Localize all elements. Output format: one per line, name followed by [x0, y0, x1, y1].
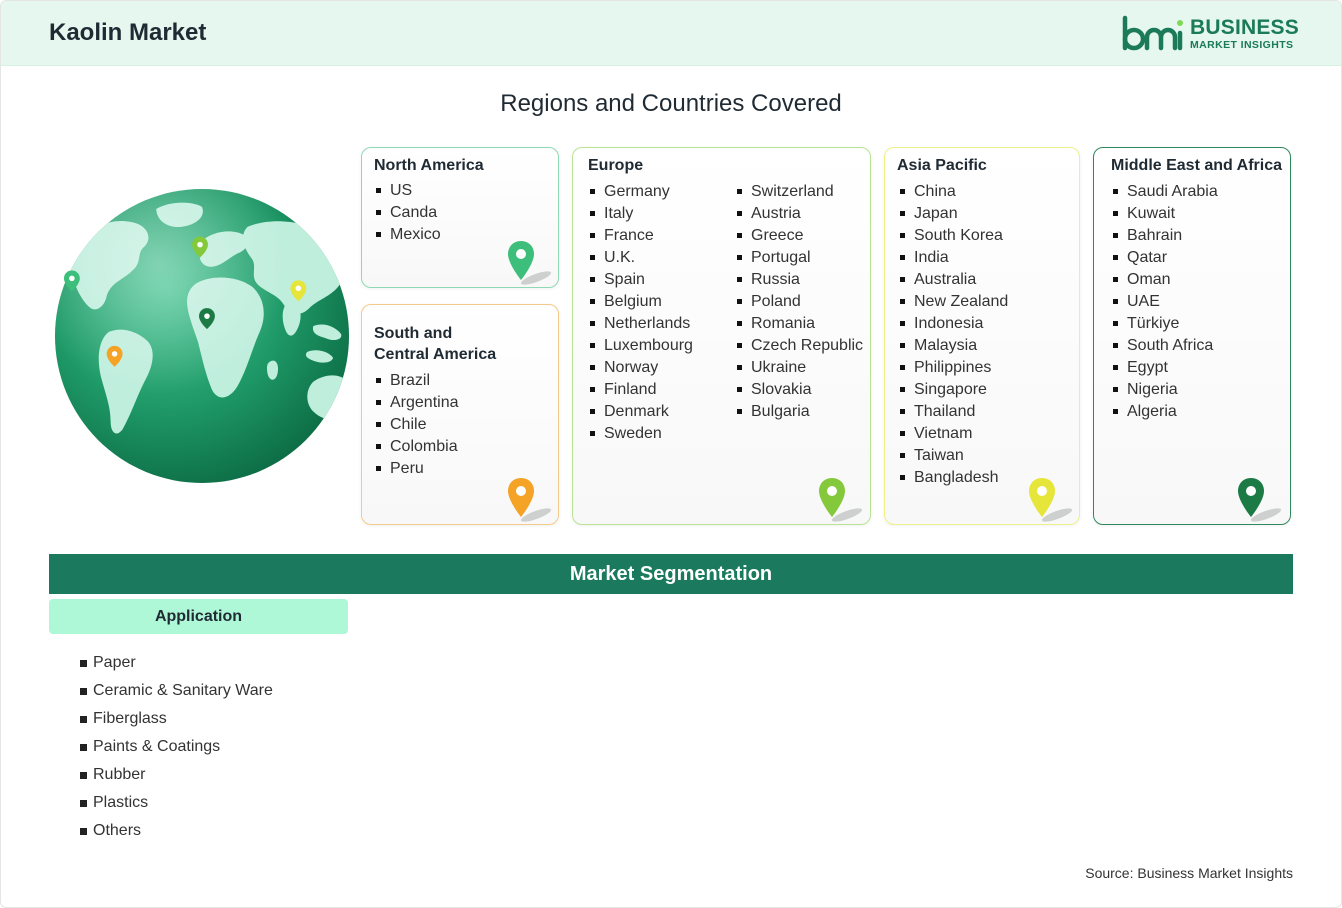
brand-logo: BUSINESS MARKET INSIGHTS — [1121, 15, 1301, 53]
card-middle-east-africa: Middle East and Africa Saudi Arabia Kuwai… — [1093, 147, 1291, 525]
list-item: Peru — [374, 458, 459, 480]
map-pin-icon — [1238, 478, 1282, 522]
list-item: Paper — [79, 649, 273, 677]
map-pin-icon — [819, 478, 863, 522]
list-item: Bahrain — [1111, 225, 1218, 247]
card-title-line2: Central America — [374, 346, 497, 363]
list-item: Vietnam — [898, 423, 1008, 445]
list-item: Denmark — [588, 401, 693, 423]
list-item: Russia — [735, 269, 863, 291]
list-item: Slovakia — [735, 379, 863, 401]
card-asia-pacific: Asia Pacific China Japan South Korea India A… — [884, 147, 1080, 525]
list-item: Paints & Coatings — [79, 733, 273, 761]
card-title-line1: South and — [374, 325, 453, 342]
list-item: Norway — [588, 357, 693, 379]
list-item: Argentina — [374, 392, 459, 414]
list-item: UAE — [1111, 291, 1218, 313]
list-item: Ukraine — [735, 357, 863, 379]
card-title-south-central-america: South and Central America — [374, 323, 496, 365]
list-item: Italy — [588, 203, 693, 225]
list-item: Germany — [588, 181, 693, 203]
list-item: Taiwan — [898, 445, 1008, 467]
list-item: U.K. — [588, 247, 693, 269]
list-item: Türkiye — [1111, 313, 1218, 335]
country-list-south-central-america: Brazil Argentina Chile Colombia Peru — [374, 370, 459, 480]
list-item: China — [898, 181, 1008, 203]
list-item: Thailand — [898, 401, 1008, 423]
list-item: Australia — [898, 269, 1008, 291]
list-item: Romania — [735, 313, 863, 335]
list-item: Czech Republic — [735, 335, 863, 357]
list-item: Switzerland — [735, 181, 863, 203]
list-item: Netherlands — [588, 313, 693, 335]
list-item: Mexico — [374, 224, 441, 246]
list-item: Bulgaria — [735, 401, 863, 423]
list-item: Kuwait — [1111, 203, 1218, 225]
list-item: US — [374, 180, 441, 202]
header: Kaolin Market BUSINESS MARKET INSIGHTS — [1, 1, 1341, 66]
list-item: Malaysia — [898, 335, 1008, 357]
list-item: Bangladesh — [898, 467, 1008, 489]
card-title-middle-east-africa: Middle East and Africa — [1111, 157, 1282, 174]
list-item: Brazil — [374, 370, 459, 392]
logo-text-market-insights: MARKET INSIGHTS — [1190, 39, 1294, 51]
list-item: Sweden — [588, 423, 693, 445]
country-list-europe-col2: Switzerland Austria Greece Portugal Russia Po… — [735, 181, 863, 423]
card-title-asia-pacific: Asia Pacific — [897, 157, 987, 174]
list-item: Fiberglass — [79, 705, 273, 733]
list-item: Japan — [898, 203, 1008, 225]
list-item: Singapore — [898, 379, 1008, 401]
list-item: Egypt — [1111, 357, 1218, 379]
list-item: Saudi Arabia — [1111, 181, 1218, 203]
tab-application[interactable]: Application — [49, 599, 348, 634]
country-list-asia-pacific: China Japan South Korea India Australia New Z… — [898, 181, 1008, 489]
list-item: Ceramic & Sanitary Ware — [79, 677, 273, 705]
page: Kaolin Market BUSINESS MARKET INSIGHTS R… — [0, 0, 1342, 908]
list-item: Austria — [735, 203, 863, 225]
list-item: Spain — [588, 269, 693, 291]
list-item: Philippines — [898, 357, 1008, 379]
list-item: South Africa — [1111, 335, 1218, 357]
list-item: Portugal — [735, 247, 863, 269]
card-title-europe: Europe — [588, 157, 644, 174]
card-title-north-america: North America — [374, 157, 484, 174]
map-pin-icon — [508, 241, 552, 285]
country-list-north-america: US Canda Mexico — [374, 180, 441, 246]
list-item: Canda — [374, 202, 441, 224]
list-item: Finland — [588, 379, 693, 401]
list-item: Rubber — [79, 761, 273, 789]
list-item: Colombia — [374, 436, 459, 458]
list-item: Qatar — [1111, 247, 1218, 269]
list-item: Others — [79, 817, 273, 845]
country-list-europe-col1: Germany Italy France U.K. Spain Belgium Nether… — [588, 181, 693, 445]
card-south-central-america: South and Central America Brazil Argentin… — [361, 304, 559, 525]
list-item: Oman — [1111, 269, 1218, 291]
market-segmentation-bar: Market Segmentation — [49, 554, 1293, 594]
source-note: Source: Business Market Insights — [1085, 865, 1293, 881]
list-item: New Zealand — [898, 291, 1008, 313]
list-item: Chile — [374, 414, 459, 436]
list-item: South Korea — [898, 225, 1008, 247]
regions-title: Regions and Countries Covered — [500, 90, 842, 117]
list-item: Nigeria — [1111, 379, 1218, 401]
list-item: Indonesia — [898, 313, 1008, 335]
globe-icon — [54, 188, 350, 484]
map-pin-icon — [1029, 478, 1073, 522]
list-item: India — [898, 247, 1008, 269]
logo-text-business: BUSINESS — [1190, 16, 1299, 39]
card-europe: Europe Germany Italy France U.K. Spain Belgiu… — [572, 147, 871, 525]
list-item: Luxembourg — [588, 335, 693, 357]
map-pin-icon — [508, 478, 552, 522]
country-list-middle-east-africa: Saudi Arabia Kuwait Bahrain Qatar Oman UAE Tür… — [1111, 181, 1218, 423]
application-segment-list: Paper Ceramic & Sanitary Ware Fiberglass Pa… — [79, 649, 273, 845]
bmi-logo-mark-icon — [1122, 15, 1183, 51]
list-item: France — [588, 225, 693, 247]
card-north-america: North America US Canda Mexico — [361, 147, 559, 288]
page-title: Kaolin Market — [49, 19, 207, 46]
list-item: Poland — [735, 291, 863, 313]
list-item: Algeria — [1111, 401, 1218, 423]
list-item: Belgium — [588, 291, 693, 313]
list-item: Greece — [735, 225, 863, 247]
list-item: Plastics — [79, 789, 273, 817]
